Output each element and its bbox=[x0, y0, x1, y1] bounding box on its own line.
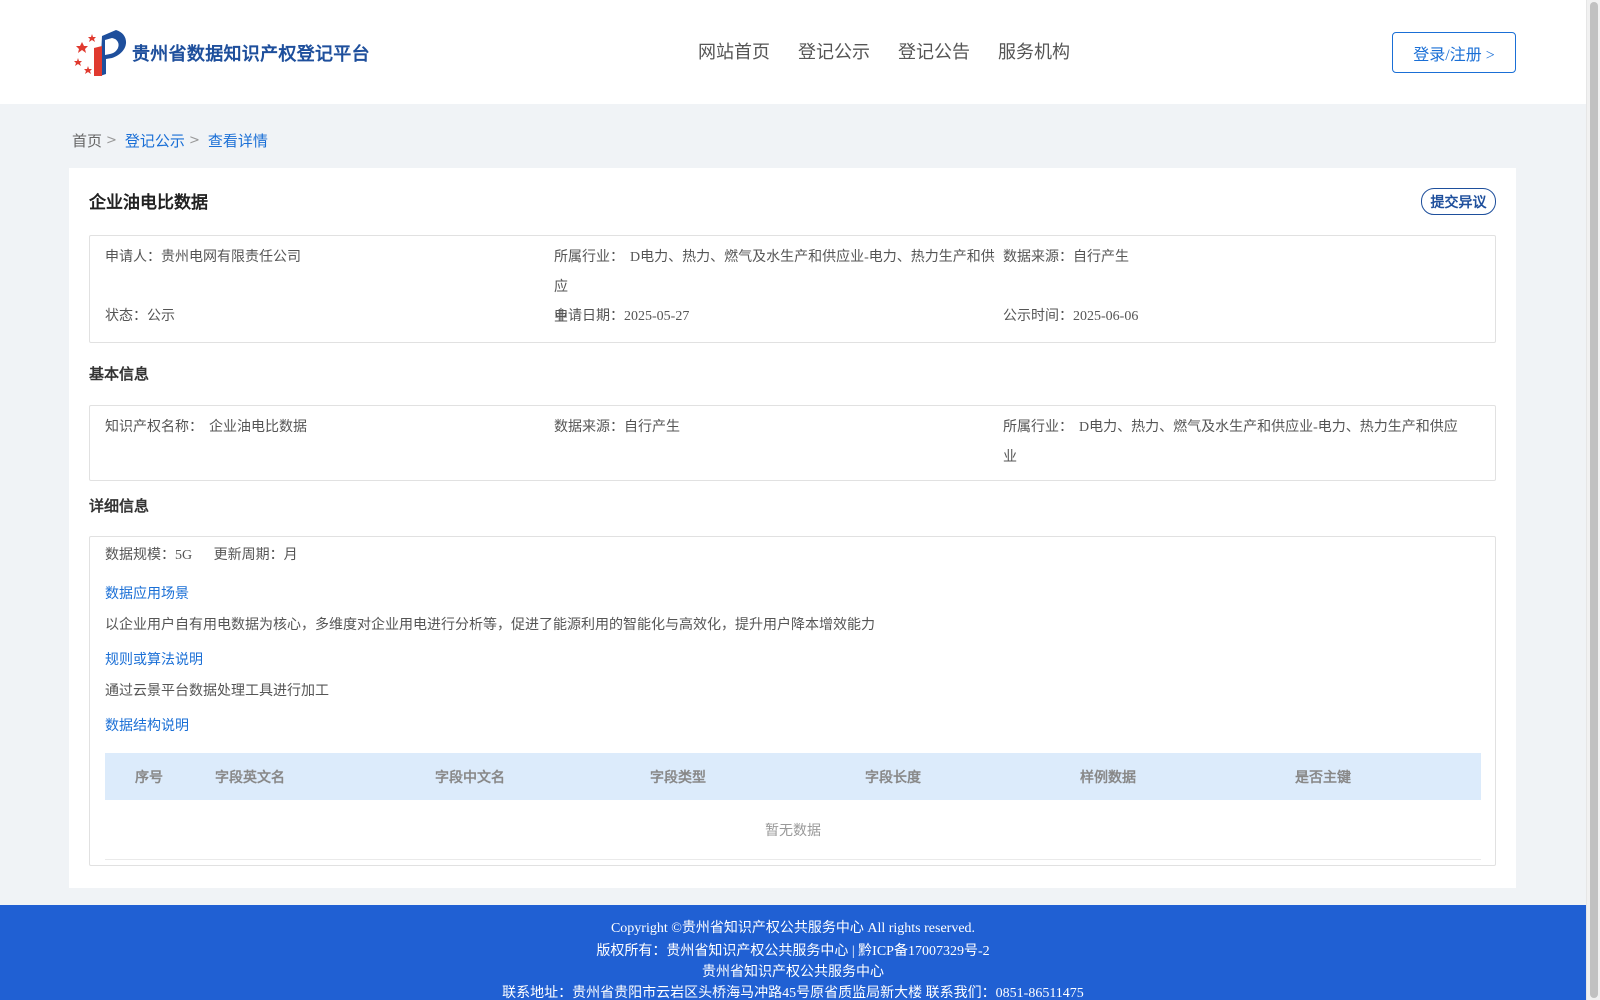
ip-name-label: 知识产权名称： bbox=[105, 420, 203, 435]
publish-date-field: 公示时间：2025-06-06 bbox=[1003, 302, 1138, 332]
structure-title: 数据结构说明 bbox=[105, 719, 189, 734]
detail-info-box: 数据规模：5G 更新周期：月 数据应用场景 以企业用户自有用电数据为核心，多维度… bbox=[89, 536, 1496, 866]
basic-industry-value-line1: D电力、热力、燃气及水生产和供应业-电力、热力生产和供应 bbox=[1079, 420, 1458, 435]
site-logo[interactable]: 贵州省数据知识产权登记平台 bbox=[72, 28, 370, 78]
apply-date-field: 申请日期：2025-05-27 bbox=[554, 302, 689, 332]
page-title: 企业油电比数据 bbox=[89, 193, 208, 212]
basic-industry-value-line2: 业 bbox=[1003, 450, 1017, 465]
scale-cycle-row: 数据规模：5G 更新周期：月 bbox=[105, 541, 298, 571]
main-nav: 网站首页 登记公示 登记公告 服务机构 bbox=[698, 38, 1070, 64]
site-footer: Copyright ©贵州省知识产权公共服务中心 All rights rese… bbox=[0, 905, 1586, 1000]
status-label: 状态： bbox=[105, 309, 147, 324]
nav-item-registration-publicity[interactable]: 登记公示 bbox=[798, 38, 870, 64]
nav-item-registration-announcement[interactable]: 登记公告 bbox=[898, 38, 970, 64]
basic-source-value: 自行产生 bbox=[624, 420, 680, 435]
table-header: 序号 字段英文名 字段中文名 字段类型 字段长度 样例数据 是否主键 bbox=[105, 753, 1481, 800]
rule-title: 规则或算法说明 bbox=[105, 653, 203, 668]
col-length: 字段长度 bbox=[865, 771, 921, 786]
login-register-button[interactable]: 登录/注册 > bbox=[1392, 32, 1516, 73]
breadcrumb-separator: > bbox=[106, 133, 117, 148]
basic-industry-label: 所属行业： bbox=[1003, 420, 1073, 435]
breadcrumb-separator: > bbox=[188, 133, 200, 148]
logo-emblem-icon bbox=[72, 28, 130, 78]
source-label: 数据来源： bbox=[1003, 250, 1073, 265]
col-english-name: 字段英文名 bbox=[215, 771, 285, 786]
applicant-label: 申请人： bbox=[105, 250, 161, 265]
source-field: 数据来源：自行产生 bbox=[1003, 243, 1129, 273]
ip-name-value: 企业油电比数据 bbox=[209, 420, 307, 435]
publish-date-label: 公示时间： bbox=[1003, 309, 1073, 324]
detail-info-title: 详细信息 bbox=[89, 499, 150, 515]
breadcrumb-current[interactable]: 查看详情 bbox=[208, 130, 268, 151]
industry-label: 所属行业： bbox=[554, 250, 624, 265]
summary-box: 申请人：贵州电网有限责任公司 所属行业： D电力、热力、燃气及水生产和供应业-电力… bbox=[89, 235, 1496, 343]
data-structure-table: 序号 字段英文名 字段中文名 字段类型 字段长度 样例数据 是否主键 暂无数据 bbox=[105, 753, 1481, 860]
rule-text: 通过云景平台数据处理工具进行加工 bbox=[105, 684, 329, 699]
basic-source-label: 数据来源： bbox=[554, 420, 624, 435]
table-empty-state: 暂无数据 bbox=[105, 800, 1481, 860]
basic-info-box: 知识产权名称： 企业油电比数据 数据来源：自行产生 所属行业： D电力、热力、燃气及… bbox=[89, 405, 1496, 481]
apply-date-value: 2025-05-27 bbox=[624, 309, 690, 324]
footer-copyright: Copyright ©贵州省知识产权公共服务中心 All rights rese… bbox=[610, 921, 976, 936]
site-header: 贵州省数据知识产权登记平台 网站首页 登记公示 登记公告 服务机构 登录/注册 … bbox=[0, 0, 1586, 104]
source-value: 自行产生 bbox=[1073, 250, 1129, 265]
vertical-scrollbar[interactable] bbox=[1586, 0, 1600, 1000]
nav-item-service-agencies[interactable]: 服务机构 bbox=[998, 38, 1070, 64]
footer-icp: 版权所有：贵州省知识产权公共服务中心 | 黔ICP备17007329号-2 bbox=[596, 944, 990, 959]
scenario-title: 数据应用场景 bbox=[105, 587, 189, 602]
scale-label: 数据规模： bbox=[105, 548, 175, 563]
scale-value: 5G bbox=[175, 548, 193, 563]
apply-date-label: 申请日期： bbox=[554, 309, 624, 324]
cycle-value: 月 bbox=[283, 548, 298, 563]
col-type: 字段类型 bbox=[650, 771, 706, 786]
col-sample: 样例数据 bbox=[1080, 771, 1136, 786]
detail-card: 企业油电比数据 提交异议 申请人：贵州电网有限责任公司 所属行业： D电力、热力、… bbox=[69, 168, 1516, 888]
breadcrumb-registration-publicity[interactable]: 登记公示 bbox=[125, 130, 185, 151]
col-primary-key: 是否主键 bbox=[1295, 771, 1351, 786]
col-index: 序号 bbox=[135, 771, 163, 786]
footer-organization: 贵州省知识产权公共服务中心 bbox=[702, 965, 884, 980]
basic-industry-field: 所属行业： D电力、热力、燃气及水生产和供应业-电力、热力生产和供应 业 bbox=[1003, 413, 1473, 473]
site-title: 贵州省数据知识产权登记平台 bbox=[132, 44, 370, 64]
applicant-value: 贵州电网有限责任公司 bbox=[161, 250, 301, 265]
scrollbar-thumb[interactable] bbox=[1590, 2, 1598, 998]
breadcrumb-home[interactable]: 首页 bbox=[72, 130, 102, 151]
nav-item-home[interactable]: 网站首页 bbox=[698, 38, 770, 64]
submit-objection-button[interactable]: 提交异议 bbox=[1421, 188, 1496, 215]
breadcrumb: 首页 > 登记公示 > 查看详情 bbox=[72, 130, 268, 151]
col-chinese-name: 字段中文名 bbox=[435, 771, 505, 786]
status-value: 公示 bbox=[147, 309, 175, 324]
ip-name-field: 知识产权名称： 企业油电比数据 bbox=[105, 413, 307, 443]
status-field: 状态：公示 bbox=[105, 302, 175, 332]
applicant-field: 申请人：贵州电网有限责任公司 bbox=[105, 243, 301, 273]
basic-source-field: 数据来源：自行产生 bbox=[554, 413, 680, 443]
basic-info-title: 基本信息 bbox=[89, 367, 150, 383]
footer-contact: 联系地址：贵州省贵阳市云岩区头桥海马冲路45号原省质监局新大楼 联系我们：085… bbox=[502, 986, 1084, 1000]
scenario-text: 以企业用户自有用电数据为核心，多维度对企业用电进行分析等，促进了能源利用的智能化… bbox=[105, 618, 875, 633]
cycle-label: 更新周期： bbox=[213, 548, 284, 563]
publish-date-value: 2025-06-06 bbox=[1073, 309, 1139, 324]
